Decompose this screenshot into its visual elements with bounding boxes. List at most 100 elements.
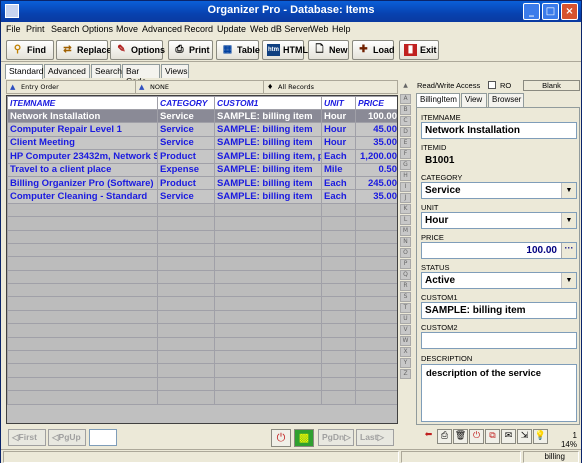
table-cell[interactable]: [157, 202, 215, 218]
table-cell[interactable]: [7, 283, 158, 298]
options-button[interactable]: ✎ Options: [110, 40, 165, 60]
table-cell[interactable]: [355, 202, 397, 218]
empty-row[interactable]: [7, 242, 397, 258]
arrow-up-icon[interactable]: ▲: [400, 82, 411, 92]
tab-browser[interactable]: Browser: [488, 93, 524, 107]
trash-icon[interactable]: 🗑: [453, 429, 468, 444]
table-cell[interactable]: [157, 376, 215, 392]
table-cell[interactable]: [355, 216, 397, 231]
table-cell[interactable]: [355, 323, 397, 338]
letter-index-y[interactable]: Y: [400, 358, 411, 368]
letter-index-u[interactable]: U: [400, 314, 411, 324]
record-jump-input[interactable]: [89, 429, 117, 446]
table-cell[interactable]: [321, 309, 356, 325]
menu-file[interactable]: File: [6, 24, 21, 34]
empty-row[interactable]: [7, 323, 397, 338]
table-cell[interactable]: Computer Repair Level 1: [7, 122, 158, 137]
table-cell[interactable]: [214, 336, 322, 352]
table-cell[interactable]: SAMPLE: billing item: [214, 162, 322, 177]
table-cell[interactable]: Expense: [157, 162, 215, 177]
table-cell[interactable]: [214, 323, 322, 338]
letter-index-g[interactable]: G: [400, 160, 411, 170]
ro-checkbox[interactable]: [488, 81, 496, 89]
status-select[interactable]: Active ▼: [421, 272, 577, 289]
table-cell[interactable]: [321, 256, 356, 271]
replace-button[interactable]: ⇄ Replace: [56, 40, 112, 60]
table-cell[interactable]: [157, 283, 215, 298]
table-cell[interactable]: [355, 296, 397, 311]
tab-standard[interactable]: Standard: [5, 64, 44, 79]
sort-order-selector[interactable]: ▲ Entry Order: [7, 81, 136, 93]
column-header-unit[interactable]: UNIT: [321, 96, 356, 110]
attach-icon[interactable]: ✉: [501, 429, 516, 444]
table-cell[interactable]: [7, 296, 158, 311]
copy-record-icon[interactable]: ⧉: [485, 429, 500, 444]
letter-index-z[interactable]: Z: [400, 369, 411, 379]
table-cell[interactable]: [7, 336, 158, 352]
description-field[interactable]: description of the service: [421, 364, 577, 422]
letter-index-e[interactable]: E: [400, 138, 411, 148]
table-cell[interactable]: [321, 269, 356, 285]
table-cell[interactable]: [321, 216, 356, 231]
table-cell[interactable]: [157, 216, 215, 231]
table-cell[interactable]: [157, 242, 215, 258]
table-cell[interactable]: Product: [157, 149, 215, 164]
table-row[interactable]: Network Installation Service SAMPLE: billi…: [7, 108, 397, 124]
letter-index-h[interactable]: H: [400, 171, 411, 181]
menu-options[interactable]: Options: [82, 24, 113, 34]
chevron-down-icon[interactable]: ▼: [561, 213, 576, 228]
letter-index-b[interactable]: B: [400, 105, 411, 115]
letter-index-j[interactable]: J: [400, 193, 411, 203]
table-cell[interactable]: [7, 256, 158, 271]
menu-web[interactable]: Web: [310, 24, 328, 34]
empty-row[interactable]: [7, 296, 397, 311]
table-cell[interactable]: [214, 350, 322, 365]
undo-icon[interactable]: ⏻: [469, 429, 484, 444]
table-cell[interactable]: Service: [157, 122, 215, 137]
column-header-custom1[interactable]: CUSTOM1: [214, 96, 322, 110]
table-cell[interactable]: [157, 323, 215, 338]
table-cell[interactable]: [157, 363, 215, 378]
table-cell[interactable]: SAMPLE: billing item: [214, 122, 322, 137]
unit-select[interactable]: Hour ▼: [421, 212, 577, 229]
first-button[interactable]: ◁First: [8, 429, 46, 446]
close-button[interactable]: ×: [561, 3, 578, 20]
column-header-itemname[interactable]: ITEMNAME: [7, 96, 158, 110]
table-cell[interactable]: Hour: [321, 135, 356, 151]
table-row[interactable]: Computer Repair Level 1 Service SAMPLE: bi…: [7, 122, 397, 137]
table-cell[interactable]: Network Installation: [7, 108, 158, 124]
table-cell[interactable]: SAMPLE: billing item: [214, 135, 322, 151]
letter-index-a[interactable]: A: [400, 94, 411, 104]
table-cell[interactable]: [7, 216, 158, 231]
table-cell[interactable]: Service: [157, 189, 215, 204]
ellipsis-icon[interactable]: ···: [561, 243, 576, 258]
letter-index-p[interactable]: P: [400, 259, 411, 269]
table-cell[interactable]: Mile: [321, 162, 356, 177]
table-cell[interactable]: [321, 390, 356, 405]
table-cell[interactable]: [214, 283, 322, 298]
table-cell[interactable]: [7, 323, 158, 338]
table-cell[interactable]: [214, 202, 322, 218]
table-cell[interactable]: [214, 363, 322, 378]
table-cell[interactable]: Each: [321, 149, 356, 164]
letter-index-o[interactable]: O: [400, 248, 411, 258]
stop-icon[interactable]: ⏻: [271, 429, 291, 447]
bulb-icon[interactable]: 💡: [533, 429, 548, 444]
table-cell[interactable]: Billing Organizer Pro (Software): [7, 175, 158, 191]
tab-billingitem[interactable]: BillingItem: [416, 93, 460, 108]
table-cell[interactable]: [7, 363, 158, 378]
table-cell[interactable]: [7, 390, 158, 405]
table-cell[interactable]: [7, 376, 158, 392]
table-cell[interactable]: Each: [321, 189, 356, 204]
table-button[interactable]: ▦ Table: [216, 40, 260, 60]
tab-bar-code[interactable]: Bar Code: [122, 64, 160, 86]
empty-row[interactable]: [7, 390, 397, 405]
table-cell[interactable]: [355, 376, 397, 392]
last-button[interactable]: Last▷: [356, 429, 394, 446]
table-cell[interactable]: Hour: [321, 108, 356, 124]
table-cell[interactable]: 45.00: [355, 122, 397, 137]
table-cell[interactable]: Product: [157, 175, 215, 191]
price-field[interactable]: 100.00 ···: [421, 242, 577, 259]
table-cell[interactable]: [355, 363, 397, 378]
table-cell[interactable]: [321, 296, 356, 311]
